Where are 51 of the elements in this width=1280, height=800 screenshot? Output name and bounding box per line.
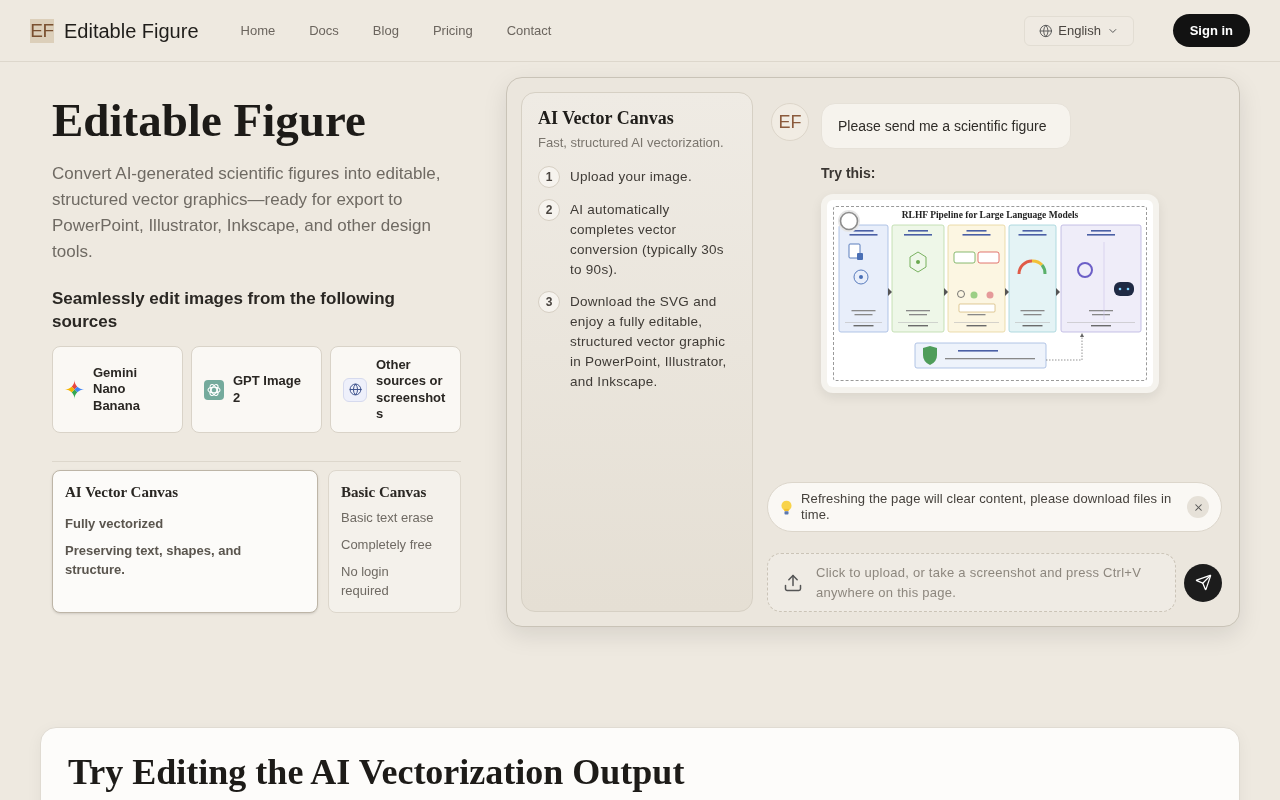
close-button[interactable] [1187, 496, 1209, 518]
source-label: Gemini Nano Banana [93, 364, 141, 415]
guide-subtitle: Fast, structured AI vectorization. [538, 134, 725, 152]
step-text: Download the SVG and enjoy a fully editable, structured vector graphic in PowerPoint, Illustrator, and Inkscape. [570, 293, 728, 391]
figure-title: RLHF Pipeline for Large Language Models [901, 209, 1079, 222]
nav-link[interactable]: Contact [506, 20, 552, 41]
canvas-feature: No login required [341, 563, 390, 600]
language-selector[interactable]: English [1023, 15, 1134, 46]
chat-message-bubble: Please send me a scientific figure [821, 103, 1071, 149]
close-icon [1192, 501, 1204, 513]
upload-icon [783, 573, 803, 593]
hero-title: Editable Figure [52, 93, 367, 148]
hero-description: Convert AI-generated scientific figures into editable, structured vector graphics—ready for export to PowerPoint, Illustrator, Inkscape, and other design tools. [52, 163, 442, 263]
canvas-feature: Completely free [341, 536, 434, 554]
canvas-feature: Preserving text, shapes, and structure. [65, 542, 243, 579]
sparkle-icon [65, 380, 84, 399]
globe-icon [343, 377, 367, 402]
figure-preview-card[interactable]: RLHF Pipeline for Large Language Models [821, 194, 1159, 393]
avatar: EF [771, 103, 809, 141]
sources-heading: Seamlessly edit images from the following sources [52, 288, 396, 333]
canvas-feature: Fully vectorized [65, 515, 165, 533]
nav-link[interactable]: Pricing [432, 20, 473, 41]
nav-link[interactable]: Docs [309, 20, 339, 41]
knot-logo-icon [204, 379, 224, 400]
step-number: 2 [538, 199, 560, 221]
step-text: Upload your image. [570, 168, 693, 186]
step-text: AI automatically completes vector conversion (typically 30s to 90s). [570, 201, 725, 279]
send-icon [1194, 574, 1212, 591]
step-number: 3 [538, 291, 560, 313]
canvas-option-card[interactable]: Basic Canvas Basic text erase Completely free No login required [328, 470, 461, 613]
canvas-option-title: Basic Canvas [341, 483, 428, 502]
sign-in-button[interactable]: Sign in [1172, 14, 1250, 47]
nav-link[interactable]: Blog [372, 20, 399, 41]
canvas-feature: Basic text erase [341, 509, 435, 527]
step-number: 1 [538, 166, 560, 188]
canvas-option-title: AI Vector Canvas [65, 483, 180, 502]
try-this-label: Try this: [821, 164, 876, 183]
notice-text: Refreshing the page will clear content, please download files in time. [801, 491, 1173, 523]
source-label: GPT Image 2 [233, 373, 302, 406]
lightbulb-icon [781, 499, 792, 515]
send-button[interactable] [1184, 563, 1222, 602]
globe-icon [1038, 23, 1053, 38]
guide-title: AI Vector Canvas [538, 107, 675, 130]
ring-cursor-icon [837, 209, 861, 233]
logo-mark[interactable]: EF [30, 18, 54, 43]
brand-name[interactable]: Editable Figure [64, 15, 199, 46]
source-label: Other sources or screenshots [376, 356, 447, 423]
section-title: Try Editing the AI Vectorization Output [68, 751, 686, 794]
nav-link[interactable]: Home [240, 20, 276, 41]
canvas-option-card[interactable]: AI Vector Canvas Fully vectorized Preserving text, shapes, and structure. [52, 470, 318, 613]
upload-field[interactable]: Click to upload, or take a screenshot and press Ctrl+V anywhere on this page. [767, 553, 1176, 612]
